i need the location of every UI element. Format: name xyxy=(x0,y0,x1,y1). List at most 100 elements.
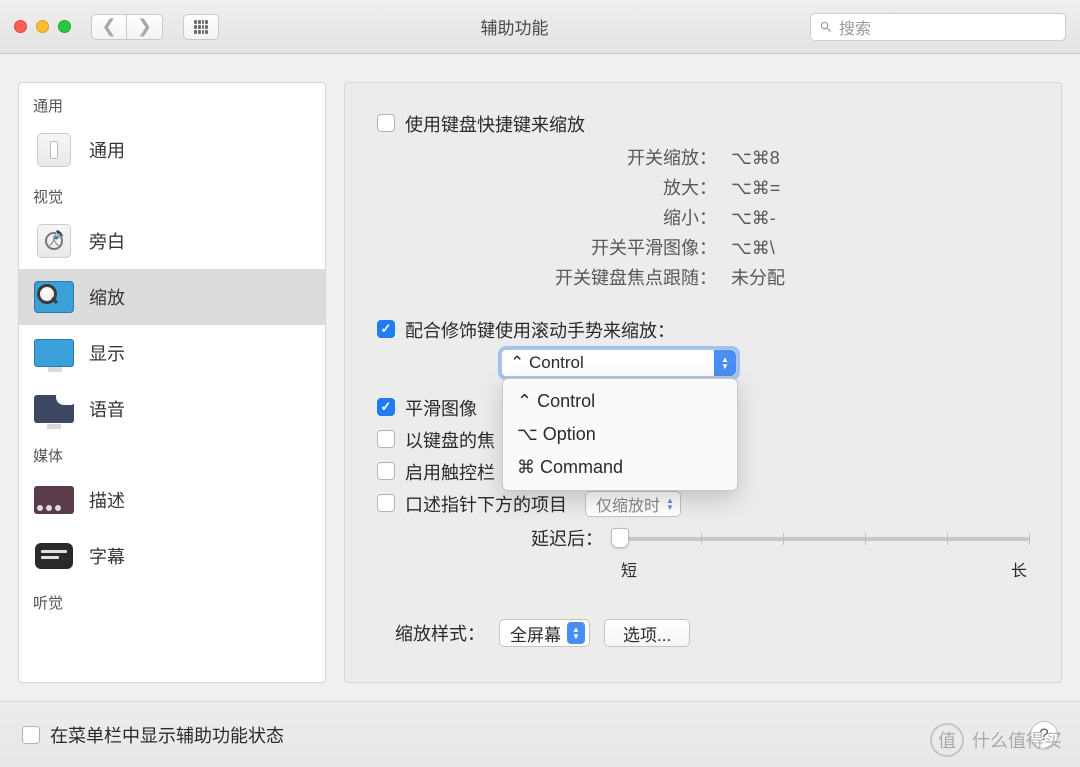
sidebar-item-label: 描述 xyxy=(89,487,125,513)
chevron-updown-icon: ▲▼ xyxy=(666,497,674,511)
options-button[interactable]: 选项... xyxy=(604,619,690,647)
speak-when-value: 仅缩放时 xyxy=(596,492,660,516)
row-scroll-gesture: 配合修饰键使用滚动手势来缩放： xyxy=(377,317,1029,343)
sidebar-item-label: 字幕 xyxy=(89,543,125,569)
checkbox-touchbar[interactable] xyxy=(377,462,395,480)
sidebar-item-display[interactable]: 显示 xyxy=(19,325,325,381)
delay-label: 延迟后： xyxy=(497,525,603,551)
minimize-icon[interactable] xyxy=(36,20,49,33)
watermark-text: 什么值得买 xyxy=(972,727,1062,753)
chevron-updown-icon: ▲▼ xyxy=(714,350,736,376)
nav-buttons: ❮ ❯ xyxy=(91,14,163,40)
captions-icon xyxy=(33,538,75,574)
maximize-icon[interactable] xyxy=(58,20,71,33)
modifier-key-select[interactable]: ⌃ Control ▲▼ ⌃ Control⌥ Option⌘ Command xyxy=(501,349,737,377)
main-pane: 使用键盘快捷键来缩放 开关缩放： ⌥⌘8 放大： ⌥⌘= 缩小： ⌥⌘- 开关平滑图像： ⌥⌘… xyxy=(344,82,1062,683)
row-speak: 口述指针下方的项目 仅缩放时 ▲▼ xyxy=(377,491,1029,517)
zoom-icon xyxy=(33,279,75,315)
dropdown-option[interactable]: ⌘ Command xyxy=(503,451,737,484)
speak-when-select[interactable]: 仅缩放时 ▲▼ xyxy=(585,491,681,517)
shortcut-name: 开关平滑图像： xyxy=(517,233,717,263)
shortcut-keys: ⌥⌘8 xyxy=(731,143,841,173)
shortcut-keys: ⌥⌘\ xyxy=(731,233,841,263)
slider-min-label: 短 xyxy=(621,557,637,581)
close-icon[interactable] xyxy=(14,20,27,33)
search-placeholder: 搜索 xyxy=(839,15,871,39)
shortcut-list: 开关缩放： ⌥⌘8 放大： ⌥⌘= 缩小： ⌥⌘- 开关平滑图像： ⌥⌘\开关键盘焦点跟随：未… xyxy=(517,143,1029,293)
shortcut-row: 放大： ⌥⌘= xyxy=(517,173,1029,203)
sidebar-item-captions[interactable]: 字幕 xyxy=(19,528,325,584)
slider-track xyxy=(619,537,1029,541)
checkbox-scroll-gesture[interactable] xyxy=(377,320,395,338)
shortcut-row: 开关平滑图像： ⌥⌘\ xyxy=(517,233,1029,263)
sidebar-item-description[interactable]: 描述 xyxy=(19,472,325,528)
sidebar-item-label: 语音 xyxy=(89,396,125,422)
sidebar-item-label: 显示 xyxy=(89,340,125,366)
dropdown-option[interactable]: ⌥ Option xyxy=(503,418,737,451)
checkbox-menubar-status[interactable] xyxy=(22,726,40,744)
checkbox-kb-focus[interactable] xyxy=(377,430,395,448)
sidebar-item-label: 缩放 xyxy=(89,284,125,310)
checkbox-smooth[interactable] xyxy=(377,398,395,416)
row-kb-shortcuts: 使用键盘快捷键来缩放 xyxy=(377,111,1029,137)
label-speak: 口述指针下方的项目 xyxy=(405,491,567,517)
slider-labels: 短 长 xyxy=(619,557,1029,581)
show-all-button[interactable] xyxy=(183,14,219,40)
shortcut-row: 开关键盘焦点跟随：未分配 xyxy=(517,263,1029,293)
shortcut-keys: 未分配 xyxy=(731,263,841,293)
zoom-style-select[interactable]: 全屏幕 ▲▼ xyxy=(499,619,590,647)
sidebar-item-zoom[interactable]: 缩放 xyxy=(19,269,325,325)
modifier-key-value: ⌃ Control xyxy=(510,353,584,373)
titlebar: ❮ ❯ 辅助功能 搜索 xyxy=(0,0,1080,54)
shortcut-name: 放大： xyxy=(517,173,717,203)
label-kb-shortcuts: 使用键盘快捷键来缩放 xyxy=(405,111,585,137)
sidebar-item-general[interactable]: 通用 xyxy=(19,122,325,178)
window-controls xyxy=(14,20,71,33)
voiceover-icon: 人 xyxy=(33,223,75,259)
sidebar[interactable]: 通用通用视觉人旁白缩放显示语音媒体描述字幕听觉 xyxy=(18,82,326,683)
shortcut-keys: ⌥⌘= xyxy=(731,173,841,203)
slider-thumb[interactable] xyxy=(611,528,629,548)
shortcut-row: 开关缩放： ⌥⌘8 xyxy=(517,143,1029,173)
sidebar-section-header: 媒体 xyxy=(19,437,325,472)
delay-row: 延迟后： xyxy=(497,525,1029,551)
general-icon xyxy=(33,132,75,168)
speech-icon xyxy=(33,391,75,427)
watermark-icon: 值 xyxy=(930,723,964,757)
sidebar-section-header: 视觉 xyxy=(19,178,325,213)
sidebar-section-header: 通用 xyxy=(19,87,325,122)
checkbox-kb-shortcuts[interactable] xyxy=(377,114,395,132)
search-input[interactable]: 搜索 xyxy=(810,13,1066,41)
forward-button[interactable]: ❯ xyxy=(127,14,163,40)
display-icon xyxy=(33,335,75,371)
sidebar-section-header: 听觉 xyxy=(19,584,325,619)
sidebar-item-speech[interactable]: 语音 xyxy=(19,381,325,437)
footer: 在菜单栏中显示辅助功能状态 ? xyxy=(0,701,1080,767)
label-scroll-gesture: 配合修饰键使用滚动手势来缩放： xyxy=(405,317,675,343)
delay-slider[interactable] xyxy=(619,525,1029,551)
shortcut-row: 缩小： ⌥⌘- xyxy=(517,203,1029,233)
sidebar-item-label: 旁白 xyxy=(89,228,125,254)
shortcut-keys: ⌥⌘- xyxy=(731,203,841,233)
sidebar-item-voiceover[interactable]: 人旁白 xyxy=(19,213,325,269)
modifier-key-dropdown: ⌃ Control⌥ Option⌘ Command xyxy=(502,378,738,491)
shortcut-name: 开关缩放： xyxy=(517,143,717,173)
label-menubar-status: 在菜单栏中显示辅助功能状态 xyxy=(50,722,284,748)
sidebar-item-label: 通用 xyxy=(89,137,125,163)
chevron-updown-icon: ▲▼ xyxy=(567,622,585,644)
zoom-style-value: 全屏幕 xyxy=(510,621,561,646)
window-title: 辅助功能 xyxy=(231,14,798,39)
zoom-style-row: 缩放样式： 全屏幕 ▲▼ 选项... xyxy=(377,619,1029,647)
watermark: 值 什么值得买 xyxy=(930,723,1062,757)
description-icon xyxy=(33,482,75,518)
shortcut-name: 缩小： xyxy=(517,203,717,233)
label-touchbar: 启用触控栏 xyxy=(405,459,495,485)
grid-icon xyxy=(194,20,208,34)
dropdown-option[interactable]: ⌃ Control xyxy=(503,385,737,418)
back-button[interactable]: ❮ xyxy=(91,14,127,40)
content: 通用通用视觉人旁白缩放显示语音媒体描述字幕听觉 使用键盘快捷键来缩放 开关缩放：… xyxy=(0,54,1080,701)
checkbox-speak[interactable] xyxy=(377,494,395,512)
zoom-style-label: 缩放样式： xyxy=(377,620,485,646)
search-icon xyxy=(819,20,833,34)
label-smooth: 平滑图像 xyxy=(405,395,477,421)
